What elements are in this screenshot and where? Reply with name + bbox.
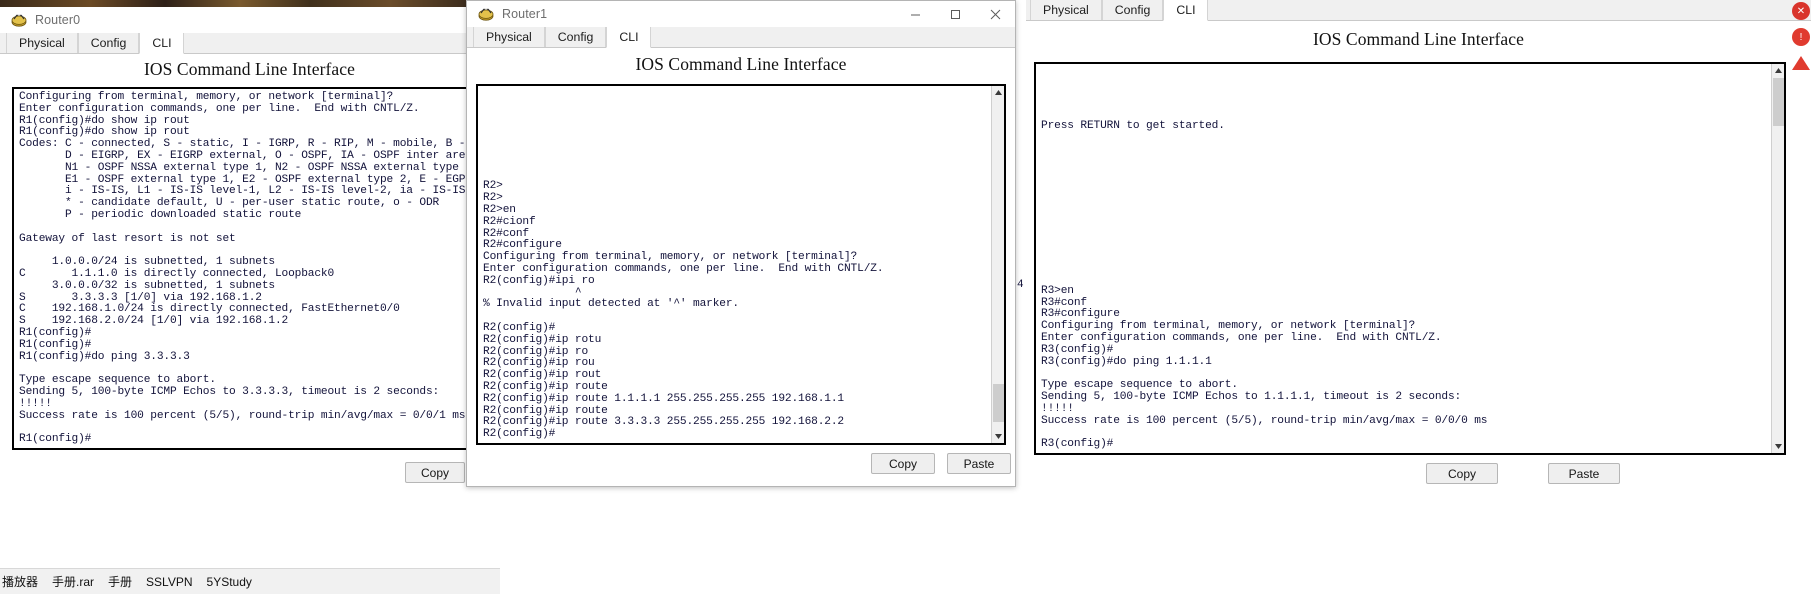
paste-label-r2: Paste [1568, 466, 1600, 481]
window-router1[interactable]: Router1 Physical Config CLI IOS Command … [466, 0, 1016, 487]
tabs-router2[interactable]: Physical Config CLI [1026, 0, 1811, 21]
window-controls-router1[interactable] [895, 1, 1015, 27]
tab-physical-r1[interactable]: Physical [473, 26, 545, 47]
window-router0[interactable]: Router0 Physical Config CLI IOS Command … [0, 7, 500, 483]
button-row-router2[interactable]: Copy Paste [1426, 463, 1620, 484]
terminal-text-router0: Configuring from terminal, memory, or ne… [19, 91, 497, 446]
tab-physical-label-r2: Physical [1043, 2, 1089, 17]
minimize-button-router1[interactable] [895, 1, 935, 27]
tab-physical-label-r1: Physical [486, 29, 532, 44]
router-icon [11, 13, 28, 28]
paste-button-router1[interactable]: Paste [947, 453, 1011, 474]
scroll-up-icon-r1[interactable] [992, 86, 1004, 99]
alert-badge-icon[interactable]: ! [1792, 28, 1810, 46]
taskbar-item-0[interactable]: 播放器 [2, 573, 38, 590]
terminal-text-router2: Press RETURN to get started. R3>en R3#co… [1041, 119, 1488, 451]
copy-label: Copy [420, 465, 449, 480]
titlebar-router1[interactable]: Router1 [467, 1, 1015, 27]
tab-config-r2[interactable]: Config [1101, 0, 1164, 20]
desktop-root: Router0 Physical Config CLI IOS Command … [0, 0, 1811, 594]
titlebar-router0[interactable]: Router0 [0, 7, 499, 33]
page-title-router0: IOS Command Line Interface [143, 59, 356, 79]
terminal-router0[interactable]: Configuring from terminal, memory, or ne… [12, 87, 499, 450]
taskbar-item-4[interactable]: 5YStudy [207, 575, 252, 589]
terminal-scrollbar-router1[interactable] [991, 86, 1004, 443]
scroll-down-icon[interactable] [1772, 440, 1784, 453]
scroll-up-icon[interactable] [1772, 64, 1784, 77]
paste-button-router2[interactable]: Paste [1548, 463, 1620, 484]
tab-cli[interactable]: CLI [139, 33, 185, 54]
window-title-router0: Router0 [35, 13, 81, 27]
tab-cli-label-r1: CLI [619, 30, 639, 44]
tab-cli-r2[interactable]: CLI [1163, 0, 1209, 21]
copy-button-router1[interactable]: Copy [871, 453, 935, 474]
copy-label-r1: Copy [888, 456, 917, 471]
underlying-window-marker: 4 [1017, 279, 1024, 291]
button-row-router0[interactable]: Copy [405, 462, 465, 483]
copy-button-router2[interactable]: Copy [1426, 463, 1498, 484]
terminal-scrollbar-router2[interactable] [1771, 64, 1784, 453]
button-row-router1[interactable]: Copy Paste [871, 453, 1011, 474]
body-router1: IOS Command Line Interface R2> R2> R2>en… [467, 48, 1015, 486]
desktop-wallpaper-strip [0, 0, 500, 7]
copy-button-router0[interactable]: Copy [405, 462, 465, 483]
close-button-router1[interactable] [975, 1, 1015, 27]
paste-label-r1: Paste [963, 456, 995, 471]
notification-glyph: ✕ [1796, 5, 1806, 17]
alert-glyph: ! [1799, 31, 1803, 43]
window-title-router1: Router1 [502, 7, 548, 21]
router-icon-1 [478, 7, 495, 22]
tabs-router0[interactable]: Physical Config CLI [0, 32, 499, 54]
terminal-router1[interactable]: R2> R2> R2>en R2#cionf R2#conf R2#config… [476, 84, 1006, 445]
tab-config[interactable]: Config [77, 32, 140, 53]
body-router0: IOS Command Line Interface Configuring f… [0, 54, 499, 483]
body-router2: IOS Command Line Interface Press RETURN … [1026, 21, 1811, 500]
copy-label-r2: Copy [1447, 466, 1476, 481]
tab-physical[interactable]: Physical [6, 32, 78, 53]
edge-icon-strip[interactable]: ✕ ! [1791, 0, 1811, 74]
tab-cli-label: CLI [152, 36, 172, 50]
tab-config-r1[interactable]: Config [544, 26, 607, 47]
tab-config-label-r1: Config [557, 29, 594, 44]
notification-badge-icon[interactable]: ✕ [1792, 2, 1810, 20]
maximize-button-router1[interactable] [935, 1, 975, 27]
terminal-scrollbar-thumb-router2[interactable] [1773, 78, 1784, 126]
tab-config-label-r2: Config [1114, 2, 1151, 17]
window-router2[interactable]: Physical Config CLI IOS Command Line Int… [1026, 0, 1811, 500]
page-title-router1: IOS Command Line Interface [635, 54, 847, 74]
scroll-down-icon-r1[interactable] [992, 430, 1004, 443]
taskbar-item-1[interactable]: 手册.rar [52, 573, 94, 590]
tab-config-label: Config [90, 35, 127, 50]
tab-physical-r2[interactable]: Physical [1030, 0, 1102, 20]
taskbar-item-3[interactable]: SSLVPN [146, 575, 192, 589]
terminal-scrollbar-thumb-router1[interactable] [993, 384, 1004, 422]
warning-triangle-icon[interactable] [1792, 56, 1810, 70]
tab-cli-label-r2: CLI [1176, 3, 1196, 17]
taskbar[interactable]: 播放器 手册.rar 手册 SSLVPN 5YStudy [0, 568, 500, 594]
terminal-router2[interactable]: Press RETURN to get started. R3>en R3#co… [1034, 62, 1786, 455]
tab-cli-r1[interactable]: CLI [606, 27, 652, 48]
tabs-router1[interactable]: Physical Config CLI [467, 26, 1015, 48]
terminal-text-router1: R2> R2> R2>en R2#cionf R2#conf R2#config… [483, 180, 884, 441]
tab-physical-label: Physical [19, 35, 65, 50]
page-title-router2: IOS Command Line Interface [1312, 29, 1525, 49]
taskbar-item-2[interactable]: 手册 [108, 573, 132, 590]
